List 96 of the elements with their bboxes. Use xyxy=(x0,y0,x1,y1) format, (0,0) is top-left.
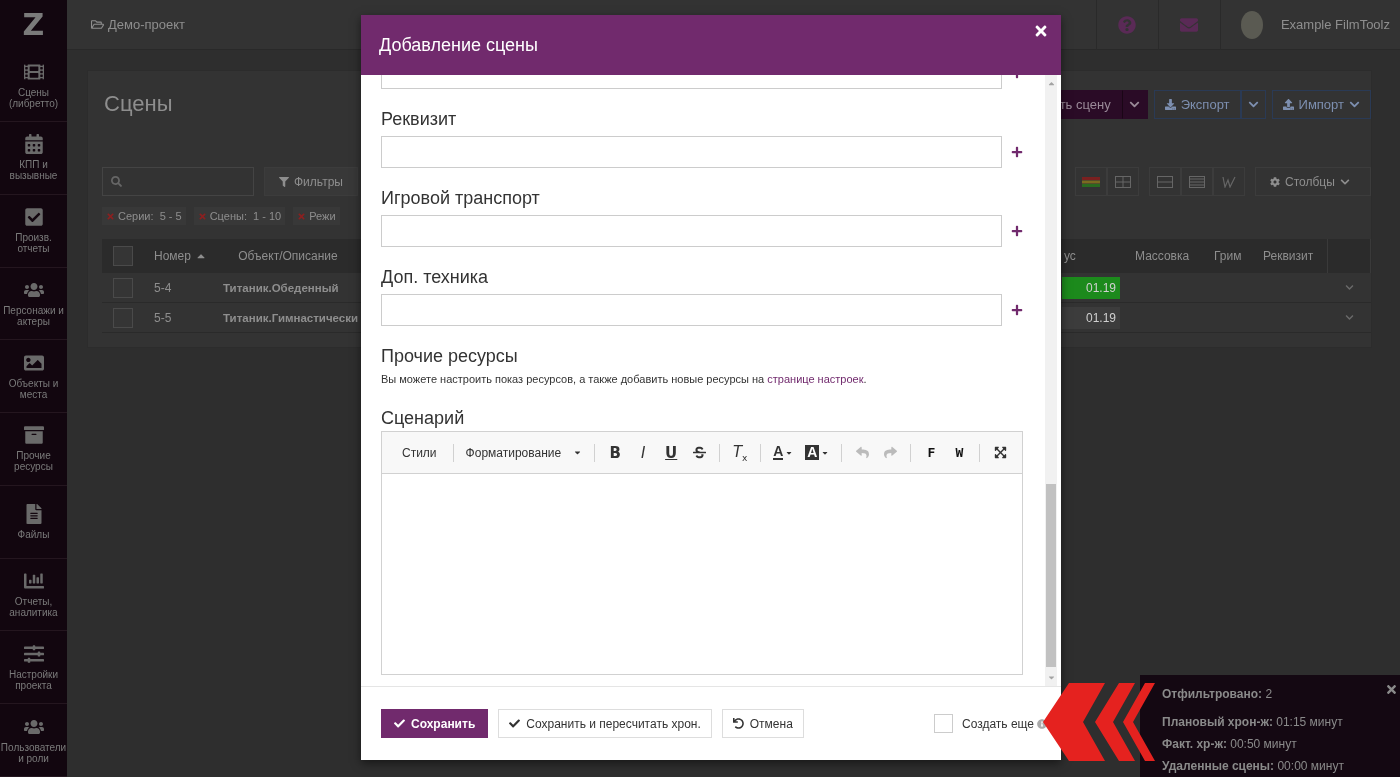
input-field[interactable] xyxy=(381,136,1002,168)
lines-icon xyxy=(1189,175,1205,188)
color-stripes-icon xyxy=(1082,176,1100,187)
save-button[interactable]: Сохранить xyxy=(381,709,489,738)
wrap-view-button[interactable] xyxy=(1213,167,1245,196)
caret-icon xyxy=(573,448,583,457)
bar-chart-icon xyxy=(23,571,44,592)
close-icon[interactable] xyxy=(1033,23,1049,39)
field-label: Доп. техника xyxy=(381,266,490,288)
caret-icon xyxy=(1339,176,1350,187)
remove-icon xyxy=(106,211,115,221)
columns-button[interactable]: Столбцы xyxy=(1255,167,1371,196)
user-menu[interactable]: Example FilmToolz xyxy=(1219,0,1400,50)
section-title: Прочие ресурсы xyxy=(381,345,519,367)
undo-icon xyxy=(732,718,744,729)
calendar-icon xyxy=(23,134,44,155)
script-editor[interactable]: Стили Форматирование B I U T$_{x}$ A A F W xyxy=(381,431,1023,675)
sliders-icon xyxy=(23,643,44,664)
styles-dropdown[interactable]: Стили xyxy=(392,445,447,460)
upload-icon xyxy=(1282,98,1294,110)
gear-icon xyxy=(1270,176,1280,187)
maximize-icon xyxy=(993,446,1007,459)
checkbox-label: Создать еще xyxy=(961,716,1034,731)
lines-view-button[interactable] xyxy=(1181,167,1213,196)
column-header[interactable]: ус xyxy=(1064,249,1076,263)
background-color-button[interactable]: A xyxy=(799,440,836,465)
italic-button[interactable]: I xyxy=(629,440,658,465)
scrollbar[interactable] xyxy=(1045,75,1057,686)
field-label: Реквизит xyxy=(381,108,458,130)
expand-icon[interactable] xyxy=(1344,283,1354,292)
undo-icon xyxy=(855,446,869,459)
text-color-button[interactable]: A xyxy=(767,440,800,465)
plus-icon[interactable] xyxy=(1011,225,1023,237)
redo-icon xyxy=(883,446,897,459)
caret-button[interactable] xyxy=(1240,89,1266,119)
strikethrough-icon xyxy=(692,446,706,459)
paste-button[interactable]: W xyxy=(945,440,974,465)
table-cell: 5-4 xyxy=(154,280,172,295)
status-label: 01.19 xyxy=(1062,306,1120,329)
checkbox-icon xyxy=(23,207,44,228)
table-cell: Титаник.Обеденный xyxy=(223,281,339,294)
input-field[interactable] xyxy=(381,215,1002,247)
expand-icon[interactable] xyxy=(1344,313,1354,322)
cancel-button[interactable]: Отмена xyxy=(721,709,804,738)
breadcrumb-link[interactable]: Демо-проект xyxy=(91,17,186,32)
filter-chip[interactable]: Сцены: 1 - 10 xyxy=(193,207,286,225)
field-label: Игровой транспорт xyxy=(381,187,541,209)
remove-icon xyxy=(297,211,307,221)
filter-chip[interactable]: Серии: 5 - 5 xyxy=(102,207,186,225)
field-label: Сценарий xyxy=(381,407,466,429)
table-icon xyxy=(1115,175,1131,188)
table-cell: 5-5 xyxy=(154,310,172,325)
download-icon xyxy=(1164,98,1176,110)
summary-line: Отфильтровано: 2 xyxy=(1162,687,1273,701)
app-logo[interactable]: Z xyxy=(0,0,67,50)
plus-icon[interactable] xyxy=(1011,146,1023,158)
help-text: Вы можете настроить показ ресурсов, а также добавить новые ресурсы на странице настроек. xyxy=(381,373,868,385)
rows-icon xyxy=(1157,175,1173,188)
table-cell: Титаник.Гимнастически xyxy=(223,311,359,324)
search-icon xyxy=(111,176,122,187)
import-button[interactable]: Импорт xyxy=(1271,89,1371,119)
summary-line: Факт. хр-ж: 00:50 минут xyxy=(1162,737,1297,751)
create-more-checkbox[interactable] xyxy=(933,714,953,733)
underline-button[interactable]: U xyxy=(657,440,686,465)
caret-button[interactable] xyxy=(1121,89,1148,119)
check-icon xyxy=(394,718,405,729)
color-rows-button[interactable] xyxy=(1075,167,1107,196)
select-all-checkbox[interactable] xyxy=(113,246,133,266)
input-field[interactable] xyxy=(381,294,1002,326)
export-button[interactable]: Экспорт xyxy=(1153,89,1241,119)
clear-format-button[interactable]: T$_{x}$ xyxy=(726,440,755,465)
page-title: Сцены xyxy=(104,91,173,117)
format-dropdown[interactable]: Форматирование xyxy=(459,445,589,460)
bold-button[interactable]: B xyxy=(601,440,630,465)
compact-view-button[interactable] xyxy=(1149,167,1181,196)
scroll-down-icon[interactable] xyxy=(1046,673,1056,682)
search-field[interactable] xyxy=(102,167,254,196)
settings-link[interactable]: странице настроек xyxy=(767,373,864,385)
filter-icon xyxy=(279,176,289,187)
folder-icon xyxy=(91,18,104,31)
summary-line: Удаленные сцены: 00:00 минут xyxy=(1162,759,1344,773)
remove-icon xyxy=(197,211,207,221)
paste-button[interactable]: F xyxy=(917,440,946,465)
dialog-title: Добавление сцены xyxy=(379,34,538,56)
status-label: 01.19 xyxy=(1062,276,1120,299)
filter-chip[interactable]: Режи xyxy=(293,207,340,225)
w-letter-icon xyxy=(1222,175,1236,188)
grid-view-button[interactable] xyxy=(1107,167,1139,196)
plus-icon[interactable] xyxy=(1011,304,1023,316)
summary-line: Плановый хрон-ж: 01:15 минут xyxy=(1162,715,1343,729)
scroll-up-icon[interactable] xyxy=(1046,79,1056,88)
avatar-icon xyxy=(1240,10,1263,39)
check-icon xyxy=(509,718,521,729)
archive-box-icon xyxy=(23,425,44,446)
save-recalculate-button[interactable]: Сохранить и пересчитать хрон. xyxy=(498,709,712,738)
filters-button[interactable]: Фильтры xyxy=(264,167,358,196)
